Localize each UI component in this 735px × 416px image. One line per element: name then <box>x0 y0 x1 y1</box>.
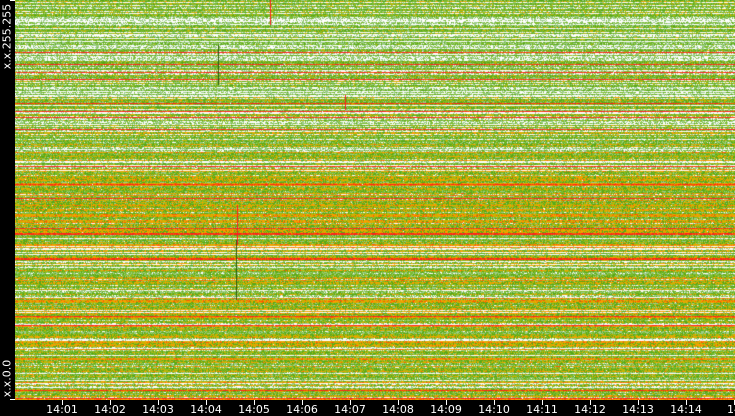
y-label-bottom: x.x.0.0 <box>0 359 14 398</box>
x-tick-label: 14:06 <box>286 403 318 416</box>
x-tick-label: 14:11 <box>526 403 558 416</box>
x-tick-label: 14:08 <box>382 403 414 416</box>
heatmap-plot <box>15 0 735 400</box>
y-label-top: x.x.255.255 <box>0 3 14 70</box>
x-tick-label: 14:05 <box>238 403 270 416</box>
x-tick-label: 14:03 <box>142 403 174 416</box>
x-tick-label: 14:12 <box>574 403 606 416</box>
x-tick-label: 14:14 <box>670 403 702 416</box>
x-tick-label: 14:02 <box>94 403 126 416</box>
x-tick-label: 14 <box>727 403 735 416</box>
x-tick-label: 14:09 <box>430 403 462 416</box>
x-tick-label: 14:10 <box>478 403 510 416</box>
heatmap-cells <box>15 0 735 400</box>
y-tick-top <box>10 0 15 1</box>
x-tick-label: 14:13 <box>622 403 654 416</box>
y-tick-bottom <box>10 399 15 400</box>
x-tick-label: 14:04 <box>190 403 222 416</box>
x-tick-label: 14:07 <box>334 403 366 416</box>
x-tick-label: 14:01 <box>46 403 78 416</box>
